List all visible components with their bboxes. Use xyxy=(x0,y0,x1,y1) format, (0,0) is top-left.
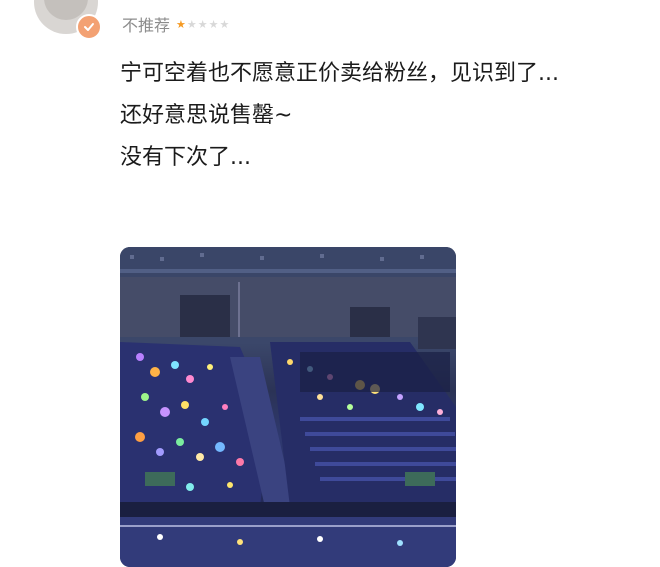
recommend-label: 不推荐 xyxy=(122,16,171,35)
review-photo[interactable] xyxy=(120,247,456,567)
verified-badge-icon xyxy=(76,14,102,40)
star-icon: ★ xyxy=(219,17,230,31)
review-line: 还好意思说售罄~ xyxy=(120,103,293,128)
star-icon: ★ xyxy=(197,17,208,31)
star-icon: ★ xyxy=(186,17,197,31)
rating-stars: ★ ★ ★ ★ ★ xyxy=(176,19,229,30)
star-half-icon: ★ xyxy=(176,17,186,31)
rating-row: 不推荐 ★ ★ ★ ★ ★ xyxy=(122,12,229,36)
review-line: 宁可空着也不愿意正价卖给粉丝，见识到了... xyxy=(120,61,559,86)
star-icon: ★ xyxy=(208,17,219,31)
review-text: 宁可空着也不愿意正价卖给粉丝，见识到了... 还好意思说售罄~ 没有下次了... xyxy=(120,58,620,184)
check-icon xyxy=(84,23,94,31)
concert-photo-image xyxy=(120,247,456,567)
review-line: 没有下次了... xyxy=(120,145,251,170)
